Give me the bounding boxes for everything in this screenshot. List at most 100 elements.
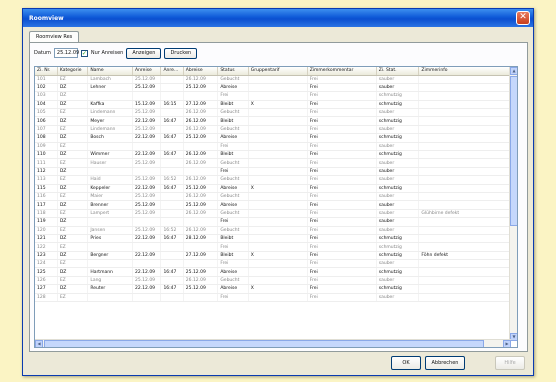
table-row[interactable]: 115 DZ Keppeler 22.12.09 16:47 25.12.09 Abreis… [35, 184, 517, 193]
table-cell: Keppeler [87, 184, 133, 193]
column-header[interactable]: Anreise [132, 67, 162, 76]
table-cell: EZ [57, 293, 89, 303]
table-row[interactable]: 127 DZ Reuter 22.12.09 16:47 25.12.09 Abreise X… [35, 284, 517, 294]
cancel-button[interactable]: Abbrechen [425, 356, 465, 370]
table-cell: Pries [87, 234, 133, 244]
column-header[interactable]: Gruppentarif [248, 67, 308, 76]
table-cell: 104 [35, 100, 58, 110]
table-row[interactable]: 101 EZ Lambach 25.12.09 26.12.09 Gebucht Frei s… [35, 75, 517, 84]
date-field[interactable]: 25.12.09 [53, 48, 79, 58]
table-cell [160, 200, 184, 210]
table-row[interactable]: 107 EZ Lindemann 25.12.09 26.12.09 Gebucht Fre… [35, 125, 517, 135]
column-header[interactable]: Zi. Nr. [35, 67, 58, 76]
table-cell: 16:47 [160, 133, 184, 143]
column-header[interactable]: Anre... [160, 67, 184, 76]
table-cell [183, 217, 219, 227]
table-row[interactable]: 110 DZ Wimmer 22.12.09 16:47 26.12.09 Bleibt Fr… [35, 150, 517, 160]
table-cell [183, 259, 219, 269]
table-cell [418, 150, 517, 160]
scroll-right-icon[interactable]: ▶ [503, 340, 511, 347]
table-row[interactable]: 109 EZ Frei Frei sauber [35, 142, 517, 152]
table-cell [160, 167, 184, 177]
table-row[interactable]: 104 DZ Kaffka 15.12.09 16:15 27.12.09 Bleibt X F… [35, 100, 517, 110]
table-row[interactable]: 123 DZ Bergner 22.12.09 27.12.09 Bleibt X Frei s… [35, 251, 517, 261]
table-row[interactable]: 122 EZ Frei Frei schmutzig [35, 242, 517, 252]
table-row[interactable]: 125 DZ Hartmann 22.12.09 16:47 25.12.09 Abreis… [35, 267, 517, 277]
column-header[interactable]: Status [217, 67, 249, 76]
table-row[interactable]: 106 DZ Meyer 22.12.09 16:47 26.12.09 Bleibt Fre… [35, 116, 517, 126]
table-cell: 16:52 [160, 175, 184, 185]
table-row[interactable]: 105 EZ Lindemann 25.12.09 26.12.09 Gebucht Fre… [35, 108, 517, 118]
table-cell [160, 209, 184, 219]
table-cell [418, 83, 517, 93]
horizontal-scroll-thumb[interactable] [44, 340, 484, 347]
table-row[interactable]: 111 EZ Hauser 25.12.09 26.12.09 Gebucht Frei sa… [35, 158, 517, 168]
table-row[interactable]: 121 DZ Pries 22.12.09 16:47 28.12.09 Bleibt Fre… [35, 234, 517, 244]
table-row[interactable]: 117 DZ Brenner 25.12.09 25.12.09 Abreise Frei s… [35, 200, 517, 210]
table-cell [418, 158, 517, 168]
table-cell: Lampert [87, 209, 133, 219]
table-row[interactable]: 118 EZ Lampert 25.12.09 26.12.09 Gebucht Frei s… [35, 209, 517, 219]
table-row[interactable]: 128 EZ Frei Frei sauber [35, 293, 517, 303]
table-row[interactable]: 124 EZ Frei Frei sauber [35, 259, 517, 269]
table-row[interactable]: 113 EZ Haid 25.12.09 16:52 26.12.09 Gebucht Fre… [35, 175, 517, 185]
show-button[interactable]: Anzeigen [126, 47, 162, 59]
close-icon[interactable]: ✕ [516, 11, 530, 25]
table-cell [418, 259, 517, 269]
table-cell: Föhn defekt [418, 251, 517, 261]
table-cell: 125 [35, 267, 58, 277]
tab-panel: Datum 25.12.09 ✓ Nur Anreisen Anzeigen D… [29, 42, 528, 352]
table-cell: DZ [57, 100, 89, 110]
table-cell: 25.12.09 [132, 75, 162, 84]
table-cell: sauber [376, 259, 420, 269]
column-header[interactable]: Zimmerinfo [418, 67, 517, 76]
only-arrivals-checkbox[interactable]: ✓ [80, 49, 88, 57]
table-cell: DZ [57, 284, 89, 294]
scroll-up-icon[interactable]: ▲ [510, 67, 517, 75]
table-cell: 106 [35, 116, 58, 126]
table-row[interactable]: 112 DZ Frei Frei sauber [35, 167, 517, 177]
horizontal-scrollbar[interactable]: ◀ ▶ [35, 339, 511, 347]
column-header[interactable]: Abreise [183, 67, 219, 76]
vertical-scroll-thumb[interactable] [510, 76, 517, 226]
table-cell [418, 108, 517, 118]
table-cell [132, 259, 162, 269]
table-row[interactable]: 103 DZ Frei Frei schmutzig [35, 91, 517, 101]
column-header[interactable]: Name [87, 67, 133, 76]
table-cell: DZ [57, 217, 89, 227]
column-header[interactable]: Kategorie [57, 67, 89, 76]
table-cell [418, 217, 517, 227]
table-row[interactable]: 120 EZ Jansen 25.12.09 16:52 26.12.09 Gebucht F… [35, 226, 517, 235]
print-button[interactable]: Drucken [164, 47, 198, 59]
table-row[interactable]: 119 DZ Frei Frei sauber [35, 217, 517, 227]
table-cell [160, 83, 184, 93]
table-cell [87, 217, 133, 227]
vertical-scrollbar[interactable]: ▲ ▼ [509, 67, 517, 341]
table-cell: Brenner [87, 200, 133, 210]
ok-button[interactable]: OK [391, 356, 421, 370]
table-cell: 121 [35, 234, 58, 244]
table-cell: Lindemann [87, 125, 133, 135]
table-cell: Bosch [87, 133, 133, 143]
table-cell [418, 75, 517, 84]
table-row[interactable]: 102 DZ Lehner 25.12.09 25.12.09 Abreise Frei sa… [35, 83, 517, 93]
table-cell: Glühbirne defekt [418, 209, 517, 219]
table-row[interactable]: 108 DZ Bosch 22.12.09 16:47 25.12.09 Abreise Fr… [35, 133, 517, 143]
table-cell [87, 142, 133, 152]
table-cell: X [248, 284, 308, 294]
column-header[interactable]: Zi. Stat. [376, 67, 420, 76]
table-cell: 22.12.09 [132, 133, 162, 143]
scroll-left-icon[interactable]: ◀ [35, 340, 43, 347]
help-button[interactable]: Hilfe [495, 356, 525, 370]
table-row[interactable]: 116 EZ Maier 25.12.09 26.12.09 Gebucht Frei sau… [35, 192, 517, 202]
table-row[interactable]: 126 EZ Lang 25.12.09 26.12.09 Gebucht Frei saub… [35, 276, 517, 286]
table-cell: 127 [35, 284, 58, 294]
table-cell [160, 276, 184, 286]
table-cell [183, 293, 219, 303]
table-cell: Frei [307, 100, 377, 110]
table-cell [160, 108, 184, 118]
table-cell: EZ [57, 108, 89, 118]
column-header[interactable]: Zimmerkommentar [307, 67, 377, 76]
scroll-down-icon[interactable]: ▼ [510, 333, 517, 341]
table-cell [248, 133, 308, 143]
